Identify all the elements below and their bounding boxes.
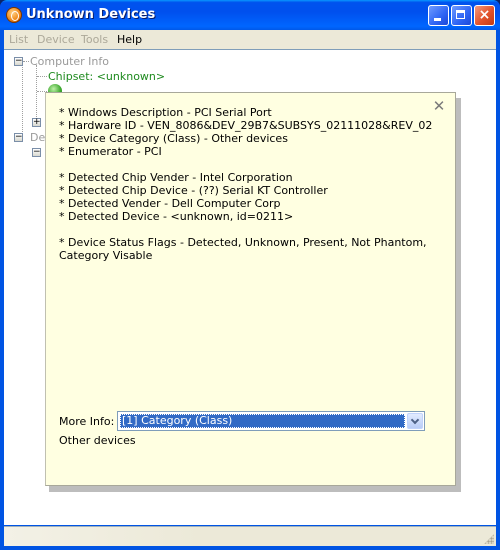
menu-bar: List Device Tools Help (4, 30, 496, 49)
info-vender: * Detected Vender - Dell Computer Corp (59, 197, 281, 210)
more-info-select[interactable]: [1] Category (Class) (117, 411, 425, 431)
tree-label: Chipset: <unknown> (48, 70, 166, 83)
app-icon (6, 7, 22, 23)
title-bar[interactable]: Unknown Devices × (0, 0, 500, 30)
tree-line (22, 65, 23, 140)
tree-line (37, 76, 47, 77)
info-chip-device: * Detected Chip Device - (??) Serial KT … (59, 184, 328, 197)
tree-line (36, 65, 37, 125)
status-bar (4, 526, 496, 546)
close-icon: × (478, 7, 491, 23)
expand-icon[interactable]: + (32, 118, 41, 127)
more-info-selected: [1] Category (Class) (120, 414, 405, 428)
resize-grip-icon[interactable] (484, 534, 494, 544)
more-info-label: More Info: (59, 415, 115, 428)
tree-item-hidden[interactable] (48, 84, 248, 92)
info-hardware-id: * Hardware ID - VEN_8086&DEV_29B7&SUBSYS… (59, 119, 433, 132)
info-status-flags: * Device Status Flags - Detected, Unknow… (59, 236, 427, 249)
info-enumerator: * Enumerator - PCI (59, 145, 162, 158)
tree-line (23, 61, 29, 62)
device-info-popup: ✕ * Windows Description - PCI Serial Por… (45, 92, 456, 486)
minimize-button[interactable] (428, 5, 449, 26)
collapse-icon[interactable]: − (14, 133, 23, 142)
maximize-button[interactable] (451, 5, 472, 26)
info-status-flags-cont: Category Visable (59, 249, 153, 262)
menu-device[interactable]: Device (37, 33, 75, 46)
info-windows-description: * Windows Description - PCI Serial Port (59, 106, 272, 119)
collapse-icon[interactable]: − (32, 148, 41, 157)
menu-tools[interactable]: Tools (81, 33, 108, 46)
collapse-icon[interactable]: − (14, 57, 23, 66)
tree-label: Computer Info (30, 55, 109, 68)
info-device-category: * Device Category (Class) - Other device… (59, 132, 288, 145)
chevron-down-icon[interactable] (407, 413, 423, 429)
app-window: Unknown Devices × List Device Tools Help… (0, 0, 500, 550)
close-button[interactable]: × (474, 5, 495, 26)
info-device: * Detected Device - <unknown, id=0211> (59, 210, 294, 223)
window-title: Unknown Devices (26, 7, 156, 22)
menu-list[interactable]: List (9, 33, 28, 46)
popup-close-button[interactable]: ✕ (432, 99, 446, 114)
menu-help[interactable]: Help (117, 33, 142, 46)
tree-label: De (30, 131, 46, 144)
info-chip-vender: * Detected Chip Vender - Intel Corporati… (59, 171, 293, 184)
device-icon (48, 84, 62, 92)
more-info-value: Other devices (59, 434, 136, 447)
